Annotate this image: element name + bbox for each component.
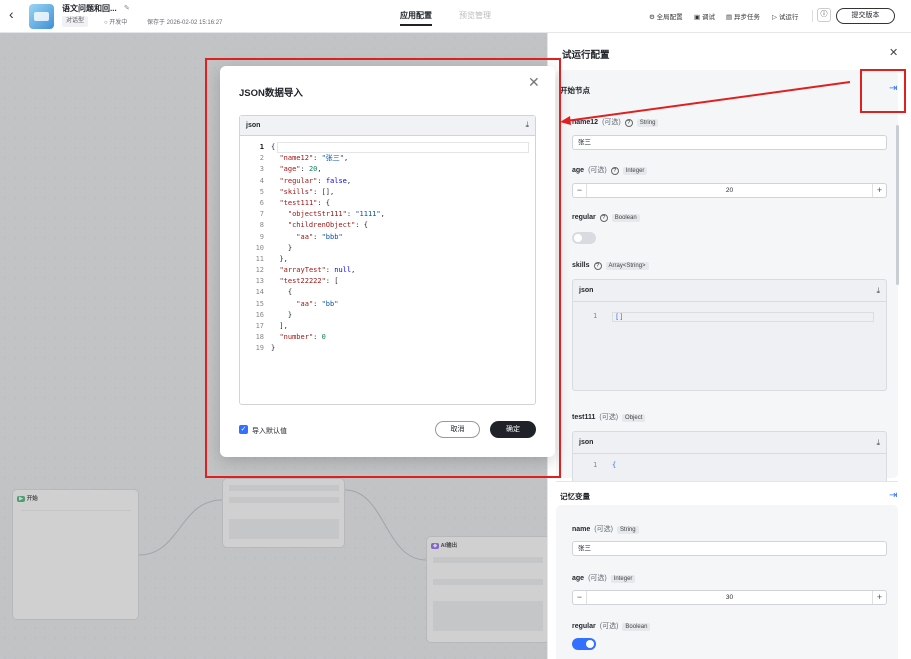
name-label: name: [572, 526, 591, 533]
optional-tag: (可选): [588, 575, 607, 582]
age-stepper[interactable]: − 20 +: [572, 183, 887, 198]
memory-age-value: 30: [725, 594, 734, 601]
submit-version-button[interactable]: 提交版本: [836, 8, 895, 24]
download-icon[interactable]: ⤓: [876, 286, 880, 296]
annotation-box-modal: [205, 58, 561, 478]
memory-age-stepper[interactable]: − 30 +: [572, 590, 887, 605]
global-config-button[interactable]: ⚙ 全局配置: [649, 11, 683, 21]
minus-icon[interactable]: −: [573, 591, 587, 604]
plus-icon[interactable]: +: [872, 184, 886, 197]
debug-button[interactable]: ▣ 调试: [694, 11, 715, 21]
field-test111-label: test111 (可选) Object: [572, 412, 646, 422]
memory-section: 记忆变量: [560, 492, 590, 501]
trial-run-label: 试运行: [778, 14, 799, 21]
type-badge: Integer: [622, 167, 648, 175]
close-icon[interactable]: ✕: [889, 46, 898, 59]
json-tab: json: [573, 432, 886, 454]
panel-title: 试运行配置: [562, 50, 610, 61]
age-label: age: [572, 575, 585, 582]
help-icon[interactable]: ?: [599, 214, 608, 222]
divider: [812, 10, 813, 22]
field-age-label: age (可选)? Integer: [572, 165, 648, 175]
download-icon[interactable]: ⤓: [876, 438, 880, 448]
type-badge: Object: [622, 414, 646, 422]
panel-scrollbar[interactable]: [896, 125, 899, 285]
test111-label: test111: [572, 414, 596, 421]
memory-age-label: age (可选) Integer: [572, 573, 636, 583]
arrow-line: [565, 81, 851, 122]
type-badge: String: [616, 526, 639, 534]
name12-input[interactable]: 张三: [572, 135, 887, 150]
optional-tag: (可选): [594, 526, 613, 533]
help-icon[interactable]: ?: [593, 262, 602, 270]
type-badge: Boolean: [622, 623, 651, 631]
memory-name-input[interactable]: 张三: [572, 541, 887, 556]
memory-regular-toggle[interactable]: [572, 638, 596, 650]
info-icon[interactable]: ⓘ: [817, 8, 831, 22]
code-line: {: [612, 461, 617, 469]
optional-tag: (可选): [599, 414, 619, 421]
plus-icon[interactable]: +: [872, 591, 886, 604]
age-value: 20: [725, 187, 734, 194]
type-badge: Boolean: [611, 214, 640, 222]
arrow-head: [560, 116, 571, 125]
type-badge: Integer: [610, 575, 636, 583]
skills-label: skills: [572, 262, 590, 269]
async-task-label: 异步任务: [733, 14, 760, 21]
annotation-arrow: [560, 81, 851, 125]
line-number: 1: [593, 461, 598, 469]
type-badge: Array<String>: [605, 262, 649, 270]
line-number: 1: [593, 312, 598, 320]
memory-name-label: name (可选) String: [572, 524, 639, 534]
regular-label: regular: [572, 214, 596, 221]
memory-regular-label: regular (可选) Boolean: [572, 621, 651, 631]
age-label: age: [572, 167, 585, 174]
regular-toggle[interactable]: [572, 232, 596, 244]
regular-label: regular: [572, 623, 596, 630]
optional-tag: (可选): [599, 623, 619, 630]
debug-label: 调试: [701, 14, 715, 21]
help-icon[interactable]: ?: [610, 167, 619, 175]
code-line: []: [612, 312, 874, 322]
field-skills-label: skills? Array<String>: [572, 262, 649, 270]
minus-icon[interactable]: −: [573, 184, 587, 197]
trial-run-button[interactable]: ▷ 试运行: [772, 11, 798, 21]
field-regular-label: regular? Boolean: [572, 214, 640, 222]
import-json-icon[interactable]: ⇥: [889, 490, 897, 501]
global-config-label: 全局配置: [656, 14, 683, 21]
annotation-box-import: [860, 69, 906, 113]
skills-json-editor[interactable]: json ⤓ 1 []: [572, 279, 887, 391]
optional-tag: (可选): [588, 167, 607, 174]
json-tab: json: [573, 280, 886, 302]
async-task-button[interactable]: ▤ 异步任务: [726, 11, 760, 21]
